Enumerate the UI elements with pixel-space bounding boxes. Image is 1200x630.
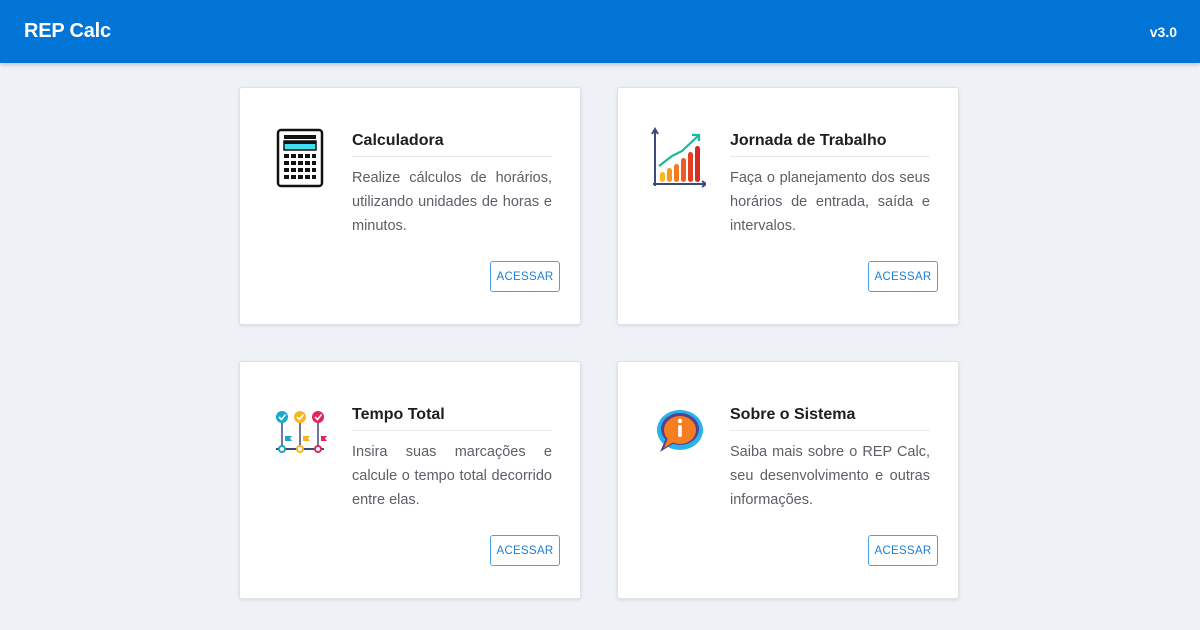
card-tempo-total: Tempo Total Insira suas marcações e calc… — [239, 361, 581, 599]
card-title: Tempo Total — [352, 406, 552, 431]
card-title: Jornada de Trabalho — [730, 132, 930, 157]
acessar-button[interactable]: ACESSAR — [868, 261, 938, 292]
card-title: Calculadora — [352, 132, 552, 157]
card-title: Sobre o Sistema — [730, 406, 930, 431]
acessar-button[interactable]: ACESSAR — [490, 261, 560, 292]
bar-chart-icon — [651, 127, 706, 188]
brand-title[interactable]: REP Calc — [24, 20, 111, 43]
card-description: Saiba mais sobre o REP Calc, seu desenvo… — [730, 444, 930, 508]
version-label: v3.0 — [1149, 23, 1177, 40]
card-description: Faça o planejamento dos seus horários de… — [730, 170, 930, 234]
card-sobre-o-sistema: Sobre o Sistema Saiba mais sobre o REP C… — [617, 361, 959, 599]
card-jornada-de-trabalho: Jornada de Trabalho Faça o planejamento … — [617, 87, 959, 325]
card-description: Realize cálculos de horários, utilizando… — [352, 170, 552, 234]
card-calculadora: Calculadora Realize cálculos de horários… — [239, 87, 581, 325]
top-bar: REP Calc v3.0 — [0, 0, 1200, 63]
info-bubble-icon — [657, 410, 703, 452]
card-description: Insira suas marcações e calcule o tempo … — [352, 444, 552, 508]
acessar-button[interactable]: ACESSAR — [490, 535, 560, 566]
timeline-icon — [276, 411, 327, 453]
acessar-button[interactable]: ACESSAR — [868, 535, 938, 566]
calculator-icon — [276, 128, 324, 188]
